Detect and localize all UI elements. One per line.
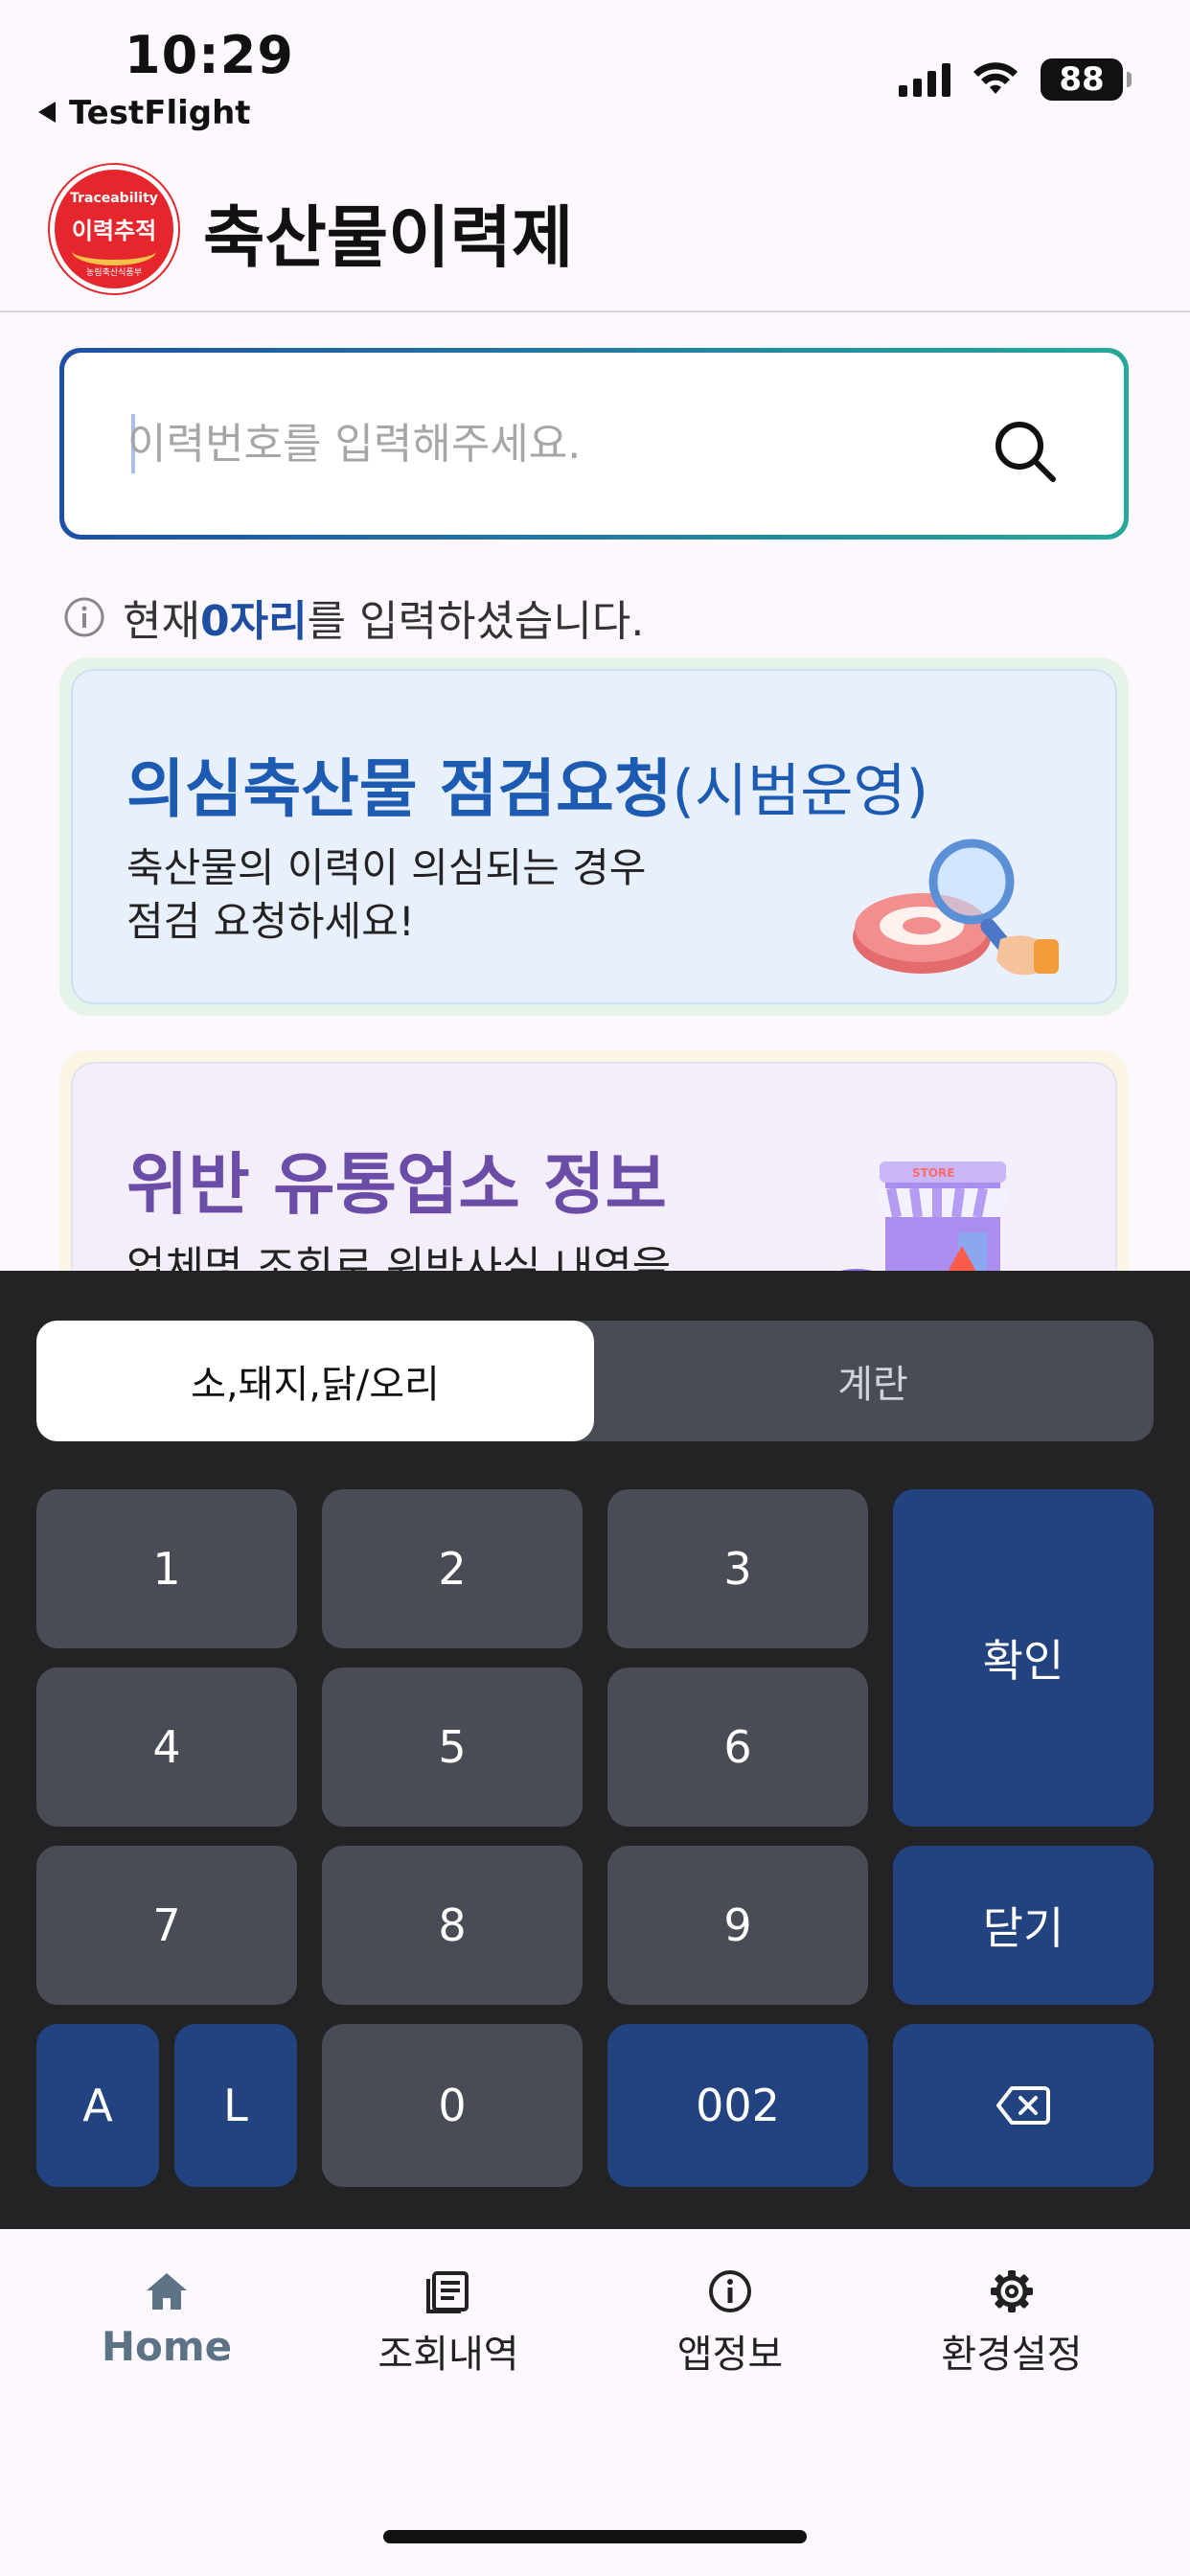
home-icon [147,2273,187,2310]
card-title-main: 의심축산물 점검요청 [126,752,673,826]
number-keypad: 소,돼지,닭/오리 계란 1 2 3 확인 4 5 6 7 8 9 닫기 A L… [0,1271,1190,2229]
back-to-testflight[interactable]: TestFlight [38,94,251,132]
key-7[interactable]: 7 [36,1846,297,2005]
category-segment: 소,돼지,닭/오리 계란 [36,1321,1154,1441]
card-description: 축산물의 이력이 의심되는 경우 점검 요청하세요! [126,841,646,949]
key-0[interactable]: 0 [322,2024,583,2187]
key-4[interactable]: 4 [36,1668,297,1827]
cellular-signal-icon [899,62,950,97]
close-button[interactable]: 닫기 [893,1846,1154,2005]
status-bar: 10:29 TestFlight 88 [0,0,1190,144]
battery-icon: 88 [1041,58,1132,101]
status-time: 10:29 [125,25,294,85]
backspace-button[interactable] [893,2024,1154,2187]
suspicious-inspection-card[interactable]: 의심축산물 점검요청(시범운영) 축산물의 이력이 의심되는 경우 점검 요청하… [59,657,1129,1016]
search-box [59,348,1129,540]
hint-suffix: 를 입력하셨습니다. [307,597,645,646]
meat-magnifier-icon [853,839,1059,976]
tab-history[interactable]: 조회내역 [324,2267,573,2402]
back-app-label: TestFlight [69,94,251,132]
back-arrow-icon [38,101,56,123]
key-3[interactable]: 3 [607,1489,868,1648]
home-indicator [383,2530,807,2543]
input-length-hint: 현재 0자리 를 입력하셨습니다. [63,586,644,648]
tab-label: 조회내역 [378,2333,519,2377]
card-title: 위반 유통업소 정보 [126,1145,667,1224]
info-icon [709,2270,751,2312]
key-6[interactable]: 6 [607,1668,868,1827]
list-icon [426,2271,469,2313]
hint-prefix: 현재 [123,597,200,646]
logo-top-text: Traceability [70,191,158,206]
segment-livestock[interactable]: 소,돼지,닭/오리 [36,1321,594,1441]
search-icon[interactable] [990,416,1059,485]
confirm-button[interactable]: 확인 [893,1489,1154,1827]
hint-count: 0자리 [199,597,308,646]
page-title: 축산물이력제 [203,198,574,277]
gear-icon [991,2270,1033,2312]
traceability-logo: Traceability 이력추적 농림축산식품부 [50,165,178,293]
card-title-sub: (시범운영) [672,758,929,825]
search-input[interactable] [127,402,971,485]
store-sign: STORE [912,1166,954,1180]
card-desc-line: 축산물의 이력이 의심되는 경우 [126,844,647,891]
battery-level: 88 [1059,60,1105,99]
key-9[interactable]: 9 [607,1846,868,2005]
key-1[interactable]: 1 [36,1489,297,1648]
wifi-icon [973,62,1018,94]
tab-label: Home [101,2323,233,2370]
tab-settings[interactable]: 환경설정 [887,2267,1136,2402]
key-002[interactable]: 002 [607,2024,868,2187]
bottom-tab-bar: Home 조회내역 앱정보 환경설정 [0,2229,1190,2576]
key-5[interactable]: 5 [322,1668,583,1827]
key-l[interactable]: L [174,2024,297,2187]
tab-label: 환경설정 [941,2333,1083,2377]
tab-label: 앱정보 [676,2333,784,2377]
info-circle-icon [64,597,104,637]
backspace-icon [996,2086,1050,2125]
app-header: Traceability 이력추적 농림축산식품부 축산물이력제 [0,144,1190,312]
logo-sub-text: 농림축산식품부 [86,268,142,278]
key-8[interactable]: 8 [322,1846,583,2005]
status-icons: 88 [899,56,1132,104]
card-desc-line: 점검 요청하세요! [126,898,415,945]
tab-app-info[interactable]: 앱정보 [606,2267,855,2402]
key-2[interactable]: 2 [322,1489,583,1648]
card-title: 의심축산물 점검요청(시범운영) [126,738,928,830]
tab-home[interactable]: Home [42,2267,291,2402]
key-a[interactable]: A [36,2024,159,2187]
segment-egg[interactable]: 계란 [594,1321,1152,1441]
